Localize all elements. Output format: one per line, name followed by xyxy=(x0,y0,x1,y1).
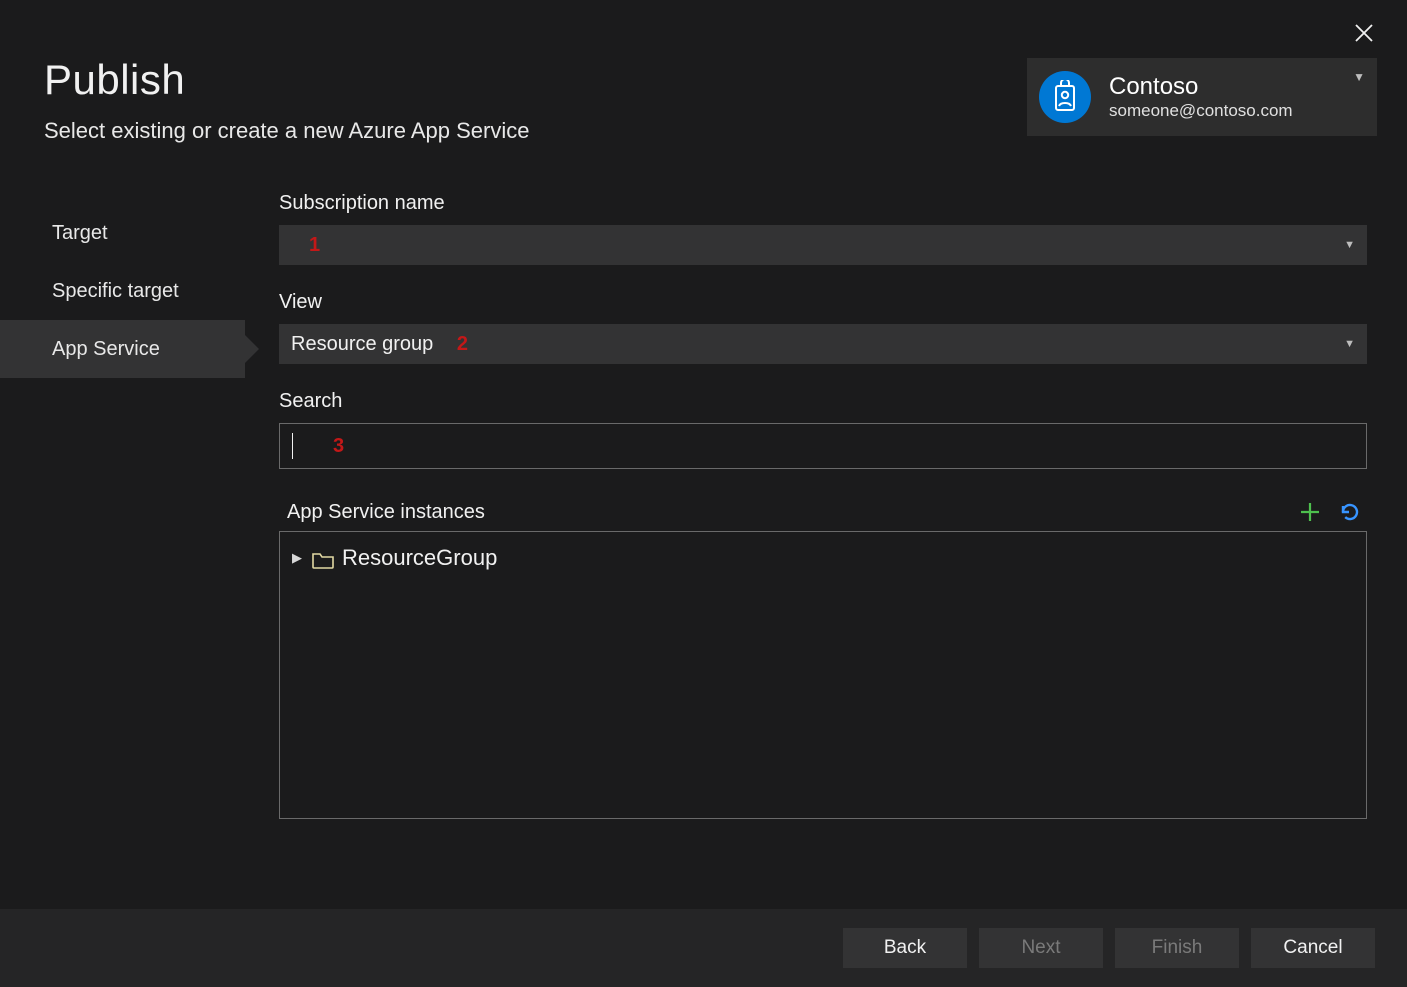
account-info: Contoso someone@contoso.com xyxy=(1109,73,1349,121)
sidebar-item-label: App Service xyxy=(52,338,160,361)
plus-icon xyxy=(1298,500,1322,524)
account-email: someone@contoso.com xyxy=(1109,101,1349,121)
sidebar-item-label: Target xyxy=(52,222,108,245)
next-button[interactable]: Next xyxy=(979,928,1103,968)
view-field: View Resource group 2 ▼ xyxy=(279,291,1367,364)
subscription-label: Subscription name xyxy=(279,192,1367,215)
close-button[interactable] xyxy=(1349,18,1379,48)
instances-tree[interactable]: ▶ ResourceGroup xyxy=(279,531,1367,819)
subscription-select[interactable]: 1 ▼ xyxy=(279,225,1367,265)
chevron-down-icon: ▼ xyxy=(1344,338,1355,350)
cancel-button[interactable]: Cancel xyxy=(1251,928,1375,968)
refresh-button[interactable] xyxy=(1337,499,1363,525)
tree-item-resource-group[interactable]: ▶ ResourceGroup xyxy=(290,540,1356,576)
view-select[interactable]: Resource group 2 ▼ xyxy=(279,324,1367,364)
add-instance-button[interactable] xyxy=(1297,499,1323,525)
instances-header: App Service instances xyxy=(279,499,1367,525)
text-cursor xyxy=(292,433,293,459)
chevron-down-icon: ▼ xyxy=(1353,70,1365,84)
form-area: Subscription name 1 ▼ View Resource grou… xyxy=(245,192,1407,852)
search-label: Search xyxy=(279,390,1367,413)
wizard-steps-sidebar: Target Specific target App Service xyxy=(0,192,245,852)
chevron-down-icon: ▼ xyxy=(1344,239,1355,251)
finish-button[interactable]: Finish xyxy=(1115,928,1239,968)
callout-marker-1: 1 xyxy=(309,234,320,256)
instances-label: App Service instances xyxy=(279,501,485,524)
callout-marker-3: 3 xyxy=(333,435,344,458)
dialog-footer: Back Next Finish Cancel xyxy=(0,909,1407,987)
back-button[interactable]: Back xyxy=(843,928,967,968)
sidebar-item-target[interactable]: Target xyxy=(0,204,245,262)
sidebar-item-app-service[interactable]: App Service xyxy=(0,320,245,378)
search-input[interactable]: 3 xyxy=(279,423,1367,469)
account-picker[interactable]: Contoso someone@contoso.com ▼ xyxy=(1027,58,1377,136)
search-field: Search 3 xyxy=(279,390,1367,469)
folder-icon xyxy=(312,549,334,567)
sidebar-item-specific-target[interactable]: Specific target xyxy=(0,262,245,320)
tree-item-label: ResourceGroup xyxy=(342,545,497,571)
callout-marker-2: 2 xyxy=(457,333,468,355)
sidebar-item-label: Specific target xyxy=(52,280,179,303)
close-icon xyxy=(1355,24,1373,42)
expand-icon[interactable]: ▶ xyxy=(290,550,304,566)
publish-dialog: Publish Select existing or create a new … xyxy=(0,0,1407,987)
refresh-icon xyxy=(1338,500,1362,524)
account-badge-icon xyxy=(1039,71,1091,123)
view-value: Resource group xyxy=(291,333,433,355)
account-name: Contoso xyxy=(1109,73,1349,101)
view-label: View xyxy=(279,291,1367,314)
subscription-field: Subscription name 1 ▼ xyxy=(279,192,1367,265)
